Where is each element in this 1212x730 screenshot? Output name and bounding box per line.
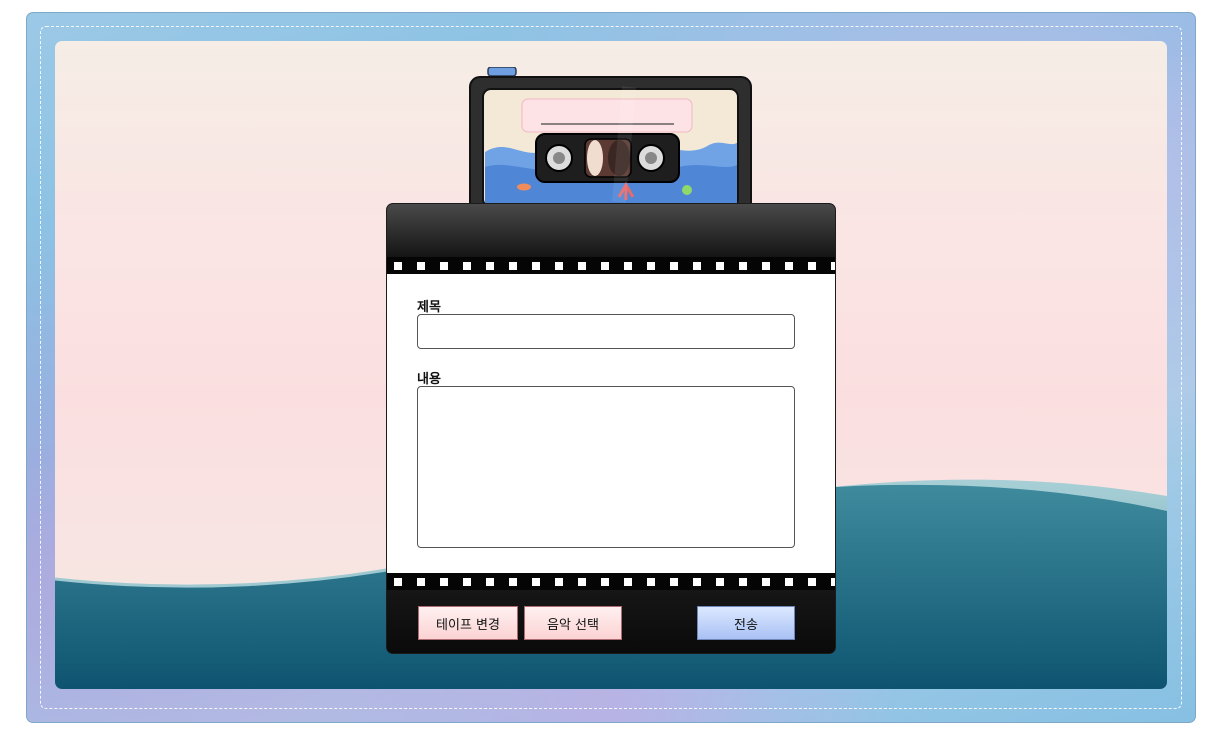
form-area: 제목 내용 xyxy=(387,274,835,573)
title-input[interactable] xyxy=(417,314,795,349)
content-textarea[interactable] xyxy=(417,386,795,548)
submit-button[interactable]: 전송 xyxy=(697,606,795,640)
panel-footer: 테이프 변경 음악 선택 전송 xyxy=(387,590,835,653)
change-tape-button[interactable]: 테이프 변경 xyxy=(418,606,518,640)
select-music-button[interactable]: 음악 선택 xyxy=(524,606,622,640)
content-label: 내용 xyxy=(417,372,441,387)
film-strip-top xyxy=(387,257,835,274)
panel-header xyxy=(387,204,835,257)
film-strip-bottom xyxy=(387,573,835,590)
title-label: 제목 xyxy=(417,300,441,315)
write-panel: 제목 내용 테이프 변경 음악 선택 전송 xyxy=(386,203,836,654)
